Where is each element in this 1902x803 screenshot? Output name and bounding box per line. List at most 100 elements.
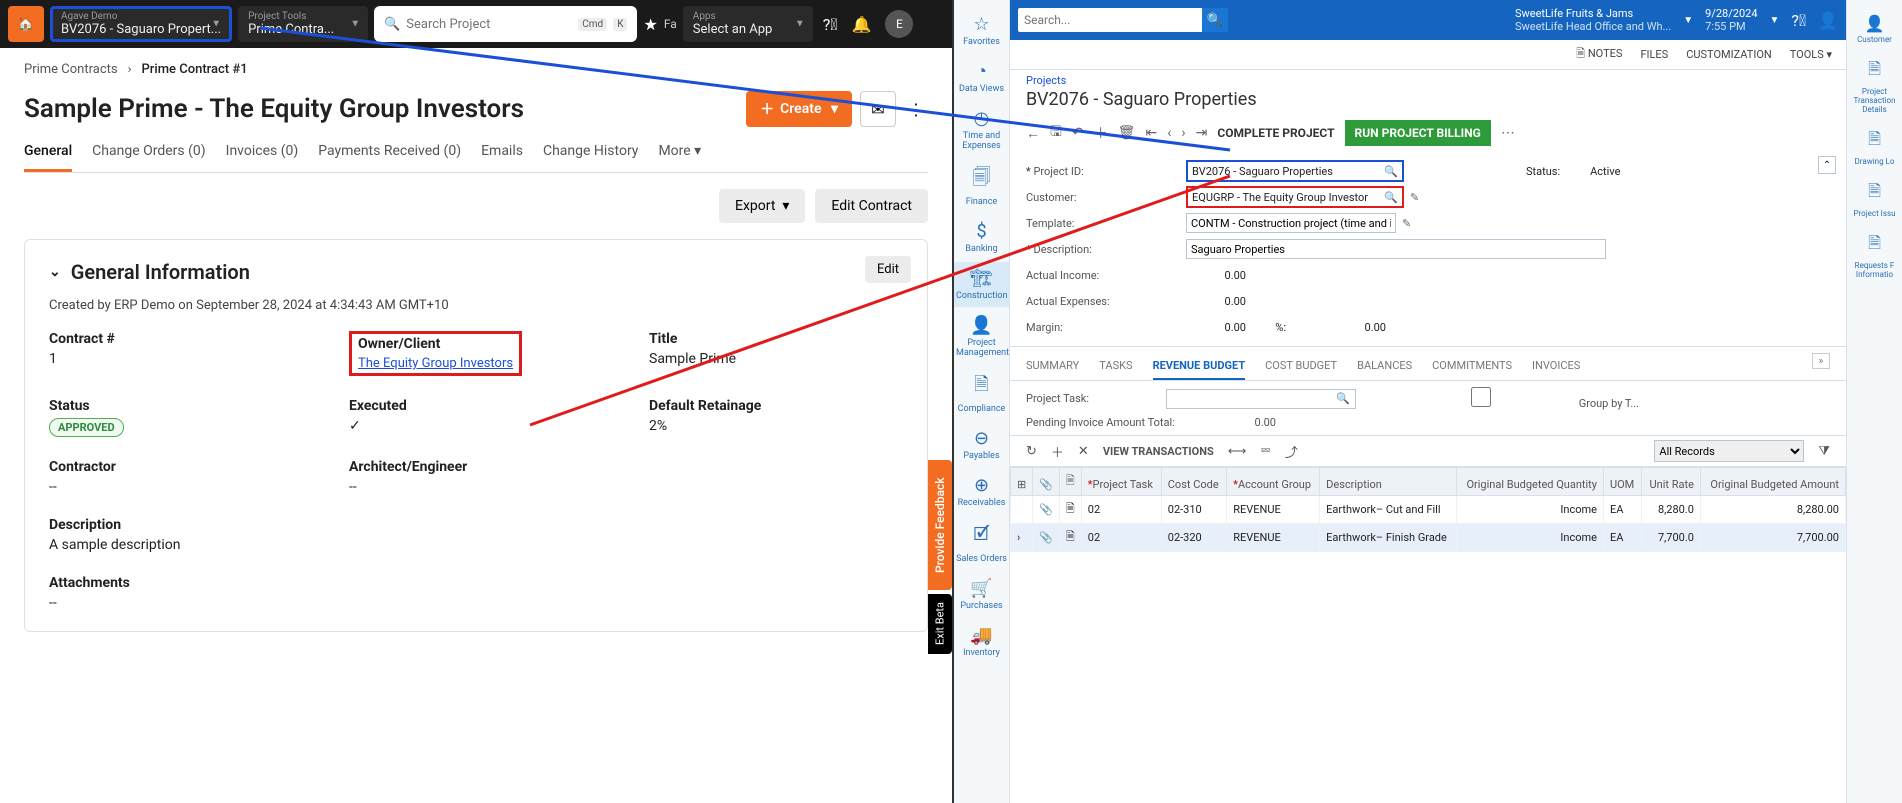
edit-button[interactable]: Edit bbox=[865, 256, 911, 283]
owner-link[interactable]: The Equity Group Investors bbox=[358, 356, 513, 371]
save-icon[interactable]: 🖫 bbox=[1050, 121, 1062, 145]
project-id-input[interactable]: BV2076 - Saguaro Properties🔍 bbox=[1186, 160, 1404, 182]
edit-icon[interactable]: ✎ bbox=[1410, 191, 1419, 204]
group-checkbox[interactable]: Group by T... bbox=[1386, 387, 1639, 410]
undo-icon[interactable]: ↶ bbox=[1072, 125, 1084, 141]
avatar[interactable]: E bbox=[885, 10, 913, 38]
delete-row-icon[interactable]: ✕ bbox=[1078, 444, 1089, 459]
fit-icon[interactable]: ⟷ bbox=[1228, 444, 1247, 459]
task-input[interactable] bbox=[1166, 389, 1356, 409]
tab-invoices[interactable]: Invoices (0) bbox=[226, 137, 299, 172]
rnav-drawing[interactable]: 🗎Drawing Lo bbox=[1847, 122, 1902, 172]
next-icon[interactable]: › bbox=[1181, 125, 1185, 141]
nav-payables[interactable]: ⊖Payables bbox=[954, 422, 1009, 467]
complete-project-button[interactable]: COMPLETE PROJECT bbox=[1217, 126, 1334, 140]
filter-icon[interactable]: ⧩ bbox=[1818, 444, 1830, 459]
nav-dataviews[interactable]: ◔Data Views bbox=[954, 55, 1009, 100]
edit-icon[interactable]: ✎ bbox=[1402, 217, 1411, 230]
last-icon[interactable]: ⇥ bbox=[1196, 125, 1208, 141]
nav-receivables[interactable]: ⊕Receivables bbox=[954, 469, 1009, 514]
customer-input[interactable]: EQUGRP - The Equity Group Investor🔍 bbox=[1186, 186, 1404, 208]
search-icon[interactable]: 🔍 bbox=[1384, 191, 1398, 204]
home-button[interactable]: 🏠 bbox=[8, 6, 44, 42]
create-button[interactable]: ＋ Create ▾ bbox=[746, 91, 852, 127]
help-icon[interactable]: ?⃝ bbox=[1791, 11, 1806, 30]
nav-finance[interactable]: 🗐Finance bbox=[954, 159, 1009, 213]
user-icon[interactable]: 👤 bbox=[1818, 11, 1838, 30]
search-input[interactable] bbox=[406, 17, 572, 32]
email-button[interactable]: ✉ bbox=[860, 91, 896, 127]
rnav-trans[interactable]: 🗎Project Transaction Details bbox=[1847, 52, 1902, 120]
tab-commitments[interactable]: COMMITMENTS bbox=[1432, 353, 1512, 380]
refresh-icon[interactable]: ↻ bbox=[1026, 444, 1037, 459]
customization-btn[interactable]: CUSTOMIZATION bbox=[1686, 48, 1772, 61]
nav-purchases[interactable]: 🛒Purchases bbox=[954, 572, 1009, 617]
nav-inventory[interactable]: 🚚Inventory bbox=[954, 619, 1009, 664]
search-go-icon[interactable]: 🔍 bbox=[1202, 8, 1228, 32]
tab-summary[interactable]: SUMMARY bbox=[1026, 353, 1079, 380]
notes-btn[interactable]: 🗎 NOTES bbox=[1576, 45, 1622, 64]
tab-tasks[interactable]: TASKS bbox=[1099, 353, 1132, 380]
tab-cost[interactable]: COST BUDGET bbox=[1265, 353, 1337, 380]
run-billing-button[interactable]: RUN PROJECT BILLING bbox=[1345, 120, 1491, 146]
rnav-issue[interactable]: 🗎Project Issu bbox=[1847, 174, 1902, 224]
export-icon[interactable]: ⮹ bbox=[1260, 444, 1270, 459]
add-icon[interactable]: ＋ bbox=[1094, 123, 1108, 143]
tab-invoices[interactable]: INVOICES bbox=[1532, 353, 1580, 380]
erp-search-input[interactable] bbox=[1018, 13, 1202, 27]
bell-icon[interactable]: 🔔 bbox=[851, 15, 871, 34]
tools-btn[interactable]: TOOLS ▾ bbox=[1790, 48, 1832, 61]
nav-time[interactable]: ◷Time and Expenses bbox=[954, 102, 1009, 157]
tab-change-orders[interactable]: Change Orders (0) bbox=[92, 137, 205, 172]
export-button[interactable]: Export ▾ bbox=[719, 189, 805, 223]
breadcrumb-root[interactable]: Prime Contracts bbox=[24, 62, 118, 77]
search-icon[interactable]: 🔍 bbox=[1384, 165, 1398, 178]
col-acct[interactable]: *Account Group bbox=[1227, 468, 1320, 496]
tabs-more[interactable]: » bbox=[1812, 353, 1830, 369]
back-icon[interactable]: ← bbox=[1026, 125, 1040, 142]
records-filter[interactable]: All Records bbox=[1654, 440, 1804, 462]
tab-history[interactable]: Change History bbox=[543, 137, 638, 172]
tab-balances[interactable]: BALANCES bbox=[1357, 353, 1412, 380]
col-uom[interactable]: UOM bbox=[1603, 468, 1641, 496]
more-button[interactable]: ⋮ bbox=[904, 91, 928, 127]
tab-payments[interactable]: Payments Received (0) bbox=[318, 137, 461, 172]
upload-icon[interactable]: ⤴ bbox=[1285, 442, 1298, 461]
col-desc[interactable]: Description bbox=[1320, 468, 1457, 496]
nav-construction[interactable]: 🏗Construction bbox=[954, 262, 1009, 307]
template-input[interactable] bbox=[1186, 213, 1396, 233]
prev-icon[interactable]: ‹ bbox=[1167, 125, 1171, 141]
tab-revenue[interactable]: REVENUE BUDGET bbox=[1153, 353, 1246, 380]
nav-favorites[interactable]: ☆Favorites bbox=[954, 8, 1009, 53]
rnav-customer[interactable]: 👤Customer bbox=[1847, 8, 1902, 50]
feedback-tab[interactable]: Provide Feedback bbox=[928, 460, 952, 590]
help-icon[interactable]: ?⃝ bbox=[823, 15, 838, 34]
col-cost[interactable]: Cost Code bbox=[1161, 468, 1226, 496]
nav-sales[interactable]: 🗹Sales Orders bbox=[954, 516, 1009, 570]
nav-banking[interactable]: $Banking bbox=[954, 215, 1009, 260]
tab-emails[interactable]: Emails bbox=[481, 137, 523, 172]
star-icon[interactable]: ★ bbox=[643, 15, 657, 34]
apps-picker[interactable]: Apps Select an App ▼ bbox=[683, 6, 813, 42]
files-btn[interactable]: FILES bbox=[1640, 48, 1668, 61]
tab-general[interactable]: General bbox=[24, 137, 72, 172]
table-row[interactable]: ›📎🗎0202-320REVENUEEarthwork– Finish Grad… bbox=[1011, 524, 1846, 552]
business-switcher[interactable]: SweetLife Fruits & Jams SweetLife Head O… bbox=[1515, 7, 1838, 33]
first-icon[interactable]: ⇤ bbox=[1145, 125, 1157, 141]
delete-icon[interactable]: 🗑 bbox=[1118, 125, 1136, 141]
col-task[interactable]: *Project Task bbox=[1081, 468, 1161, 496]
tool-picker[interactable]: Project Tools Prime Contra... ▼ bbox=[238, 6, 368, 42]
more-icon[interactable]: ⋯ bbox=[1501, 125, 1515, 141]
search-icon[interactable]: 🔍 bbox=[1336, 392, 1350, 405]
project-picker[interactable]: Agave Demo BV2076 - Saguaro Propert... ▼ bbox=[50, 6, 232, 42]
view-transactions-button[interactable]: VIEW TRANSACTIONS bbox=[1103, 445, 1214, 458]
add-row-icon[interactable]: ＋ bbox=[1051, 442, 1064, 461]
col-rate[interactable]: Unit Rate bbox=[1642, 468, 1701, 496]
edit-contract-button[interactable]: Edit Contract bbox=[815, 189, 928, 223]
exit-beta-tab[interactable]: Exit Beta bbox=[928, 594, 952, 654]
nav-project-mgmt[interactable]: 👤Project Management bbox=[954, 309, 1009, 364]
rnav-rfi[interactable]: 🗎Requests F Informatio bbox=[1847, 226, 1902, 285]
nav-compliance[interactable]: 🗎Compliance bbox=[954, 366, 1009, 420]
chevron-down-icon[interactable]: ⌄ bbox=[49, 264, 61, 280]
col-amt[interactable]: Original Budgeted Amount bbox=[1700, 468, 1845, 496]
